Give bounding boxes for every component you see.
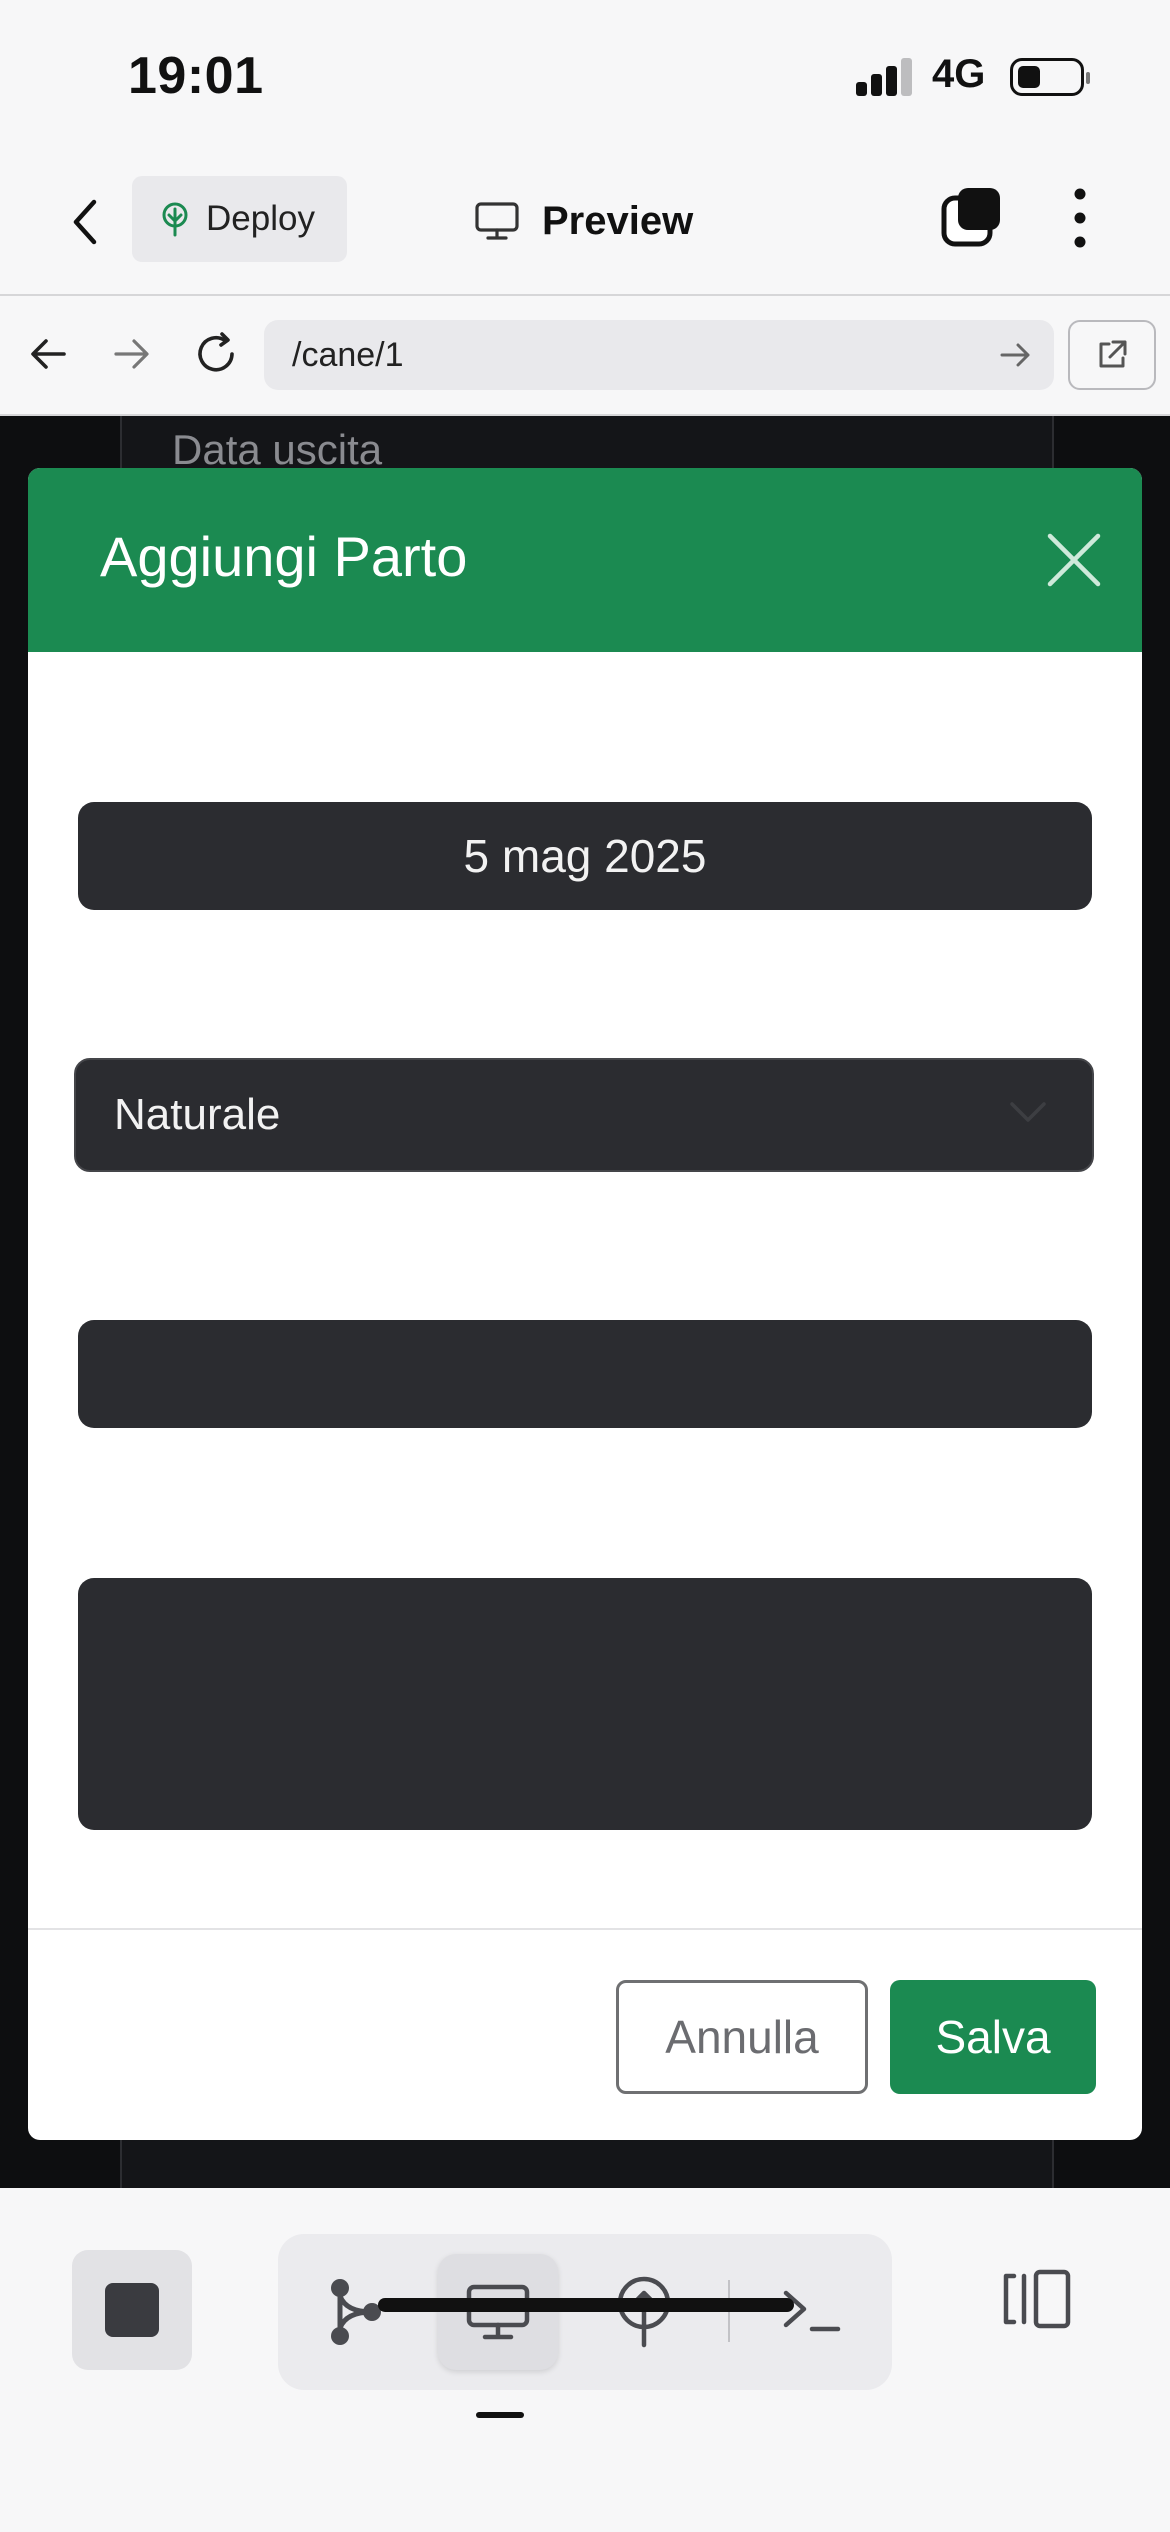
stop-icon [105,2283,159,2337]
deploy-label: Deploy [206,199,315,238]
background-field-label: Data uscita [172,426,383,473]
modal-footer: Annulla Salva [28,1928,1142,2140]
chevron-down-icon [1010,1102,1046,1122]
notes-textarea[interactable] [78,1578,1092,1830]
status-time: 19:01 [128,47,264,105]
deploy-button[interactable]: Deploy [132,176,347,262]
stop-button[interactable] [72,2250,192,2370]
web-content: Data uscita Aggiungi Parto 5 mag 2025 Na… [0,416,1170,2188]
browser-bar: /cane/1 [0,296,1170,416]
active-tab-indicator [476,2412,524,2418]
modal-title: Aggiungi Parto [100,525,468,588]
deploy-antenna-icon [617,2276,671,2348]
terminal-icon [783,2290,841,2332]
back-button[interactable] [60,192,110,252]
panel-icon [1003,2269,1071,2329]
arrow-left-icon [31,339,66,369]
tool-group [278,2234,892,2390]
browser-forward-button[interactable] [104,326,160,382]
status-bar: 19:01 4G [0,0,1170,150]
text-input[interactable] [78,1320,1092,1428]
preview-title: Preview [474,186,693,256]
url-field[interactable]: /cane/1 [264,320,1054,390]
signal-icon [856,58,916,96]
close-icon[interactable] [1044,530,1104,590]
reload-button[interactable] [188,326,244,382]
deploy-tree-icon [162,202,188,237]
more-vertical-icon[interactable] [1066,186,1094,250]
chevron-left-icon [73,199,97,245]
cancel-button[interactable]: Annulla [616,1980,868,2094]
preview-label: Preview [542,198,694,243]
home-indicator [378,2298,794,2312]
url-text: /cane/1 [292,335,404,374]
date-value: 5 mag 2025 [463,830,707,882]
git-tool-button[interactable] [296,2254,416,2370]
arrow-right-icon [114,339,149,369]
monitor-icon [475,202,519,240]
save-button[interactable]: Salva [890,1980,1096,2094]
battery-icon [1010,58,1090,96]
go-arrow-icon[interactable] [998,337,1034,373]
terminal-tool-button[interactable] [752,2254,872,2370]
deploy-tool-button[interactable] [584,2254,704,2370]
select-value: Naturale [114,1090,281,1139]
app-header: Deploy Preview [0,150,1170,296]
preview-tool-button[interactable] [438,2254,558,2370]
save-label: Salva [935,2011,1051,2063]
date-field[interactable]: 5 mag 2025 [78,802,1092,910]
birth-type-select[interactable]: Naturale [74,1058,1094,1172]
stack-icon[interactable] [940,186,1002,250]
panel-toggle-button[interactable] [996,2254,1076,2344]
monitor-icon [466,2284,530,2340]
network-label: 4G [932,52,986,96]
cancel-label: Annulla [665,2011,819,2063]
browser-back-button[interactable] [20,326,76,382]
bottom-toolbar [0,2190,1170,2532]
reload-icon [198,332,234,372]
open-external-button[interactable] [1068,320,1156,390]
git-branch-icon [331,2279,381,2345]
modal-header: Aggiungi Parto [28,468,1142,652]
external-link-icon [1099,340,1127,368]
add-birth-modal: Aggiungi Parto 5 mag 2025 Naturale Annul… [28,468,1142,2140]
